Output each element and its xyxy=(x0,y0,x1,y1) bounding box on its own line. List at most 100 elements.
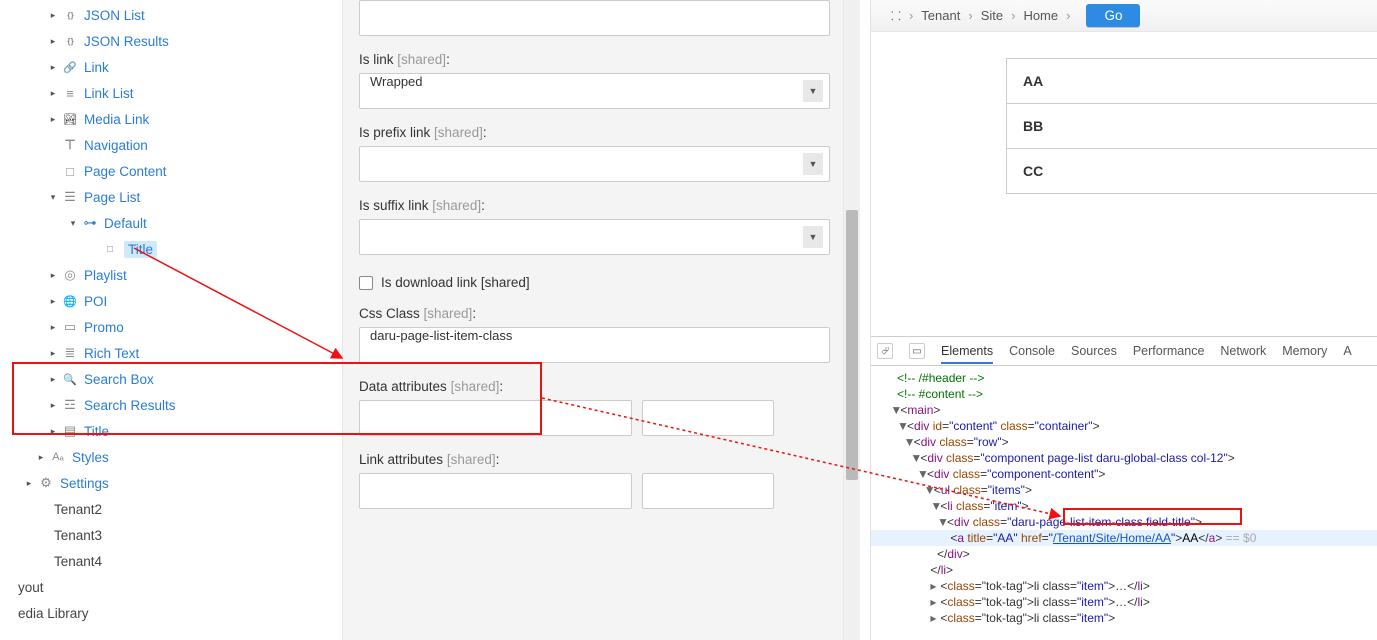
dom-line[interactable]: ▸<class="tok-tag">li class="item"> xyxy=(871,610,1377,626)
is-link-select[interactable]: Wrapped ▼ xyxy=(359,73,830,109)
scrollbar-thumb[interactable] xyxy=(846,210,858,480)
tree-item-default[interactable]: Default xyxy=(0,210,342,236)
dom-line[interactable]: </div> xyxy=(871,546,1377,562)
promo-icon xyxy=(62,319,78,335)
dom-tree[interactable]: <!-- /#header --> <!-- #content --> ▼<ma… xyxy=(871,366,1377,640)
caret-right-icon[interactable] xyxy=(48,36,58,46)
tree-item-styles[interactable]: Styles xyxy=(0,444,342,470)
dom-line[interactable]: ▼<div class="row"> xyxy=(871,434,1377,450)
caret-right-icon[interactable] xyxy=(48,322,58,332)
tree-item-edia-library[interactable]: edia Library xyxy=(0,600,342,626)
tree-item-yout[interactable]: yout xyxy=(0,574,342,600)
dom-line[interactable]: ▼<main> xyxy=(871,402,1377,418)
link-attr-name-input[interactable] xyxy=(359,473,632,509)
list-item[interactable]: BB xyxy=(1007,104,1377,149)
tab-network[interactable]: Network xyxy=(1220,338,1266,364)
caret-right-icon[interactable] xyxy=(48,88,58,98)
dom-line[interactable]: <!-- /#header --> xyxy=(871,370,1377,386)
caret-right-icon[interactable] xyxy=(48,114,58,124)
device-toggle-icon[interactable]: ▭ xyxy=(909,343,925,359)
preview-list: AA BB CC xyxy=(1006,58,1377,194)
tab-console[interactable]: Console xyxy=(1009,338,1055,364)
tree-item-link[interactable]: Link xyxy=(0,54,342,80)
is-download-link-checkbox[interactable] xyxy=(359,276,373,290)
list-item[interactable]: AA xyxy=(1007,59,1377,104)
tree-item-tenant2[interactable]: Tenant2 xyxy=(0,496,342,522)
tree-item-page-list[interactable]: Page List xyxy=(0,184,342,210)
tree-item-playlist[interactable]: Playlist xyxy=(0,262,342,288)
caret-right-icon[interactable] xyxy=(48,62,58,72)
list-item[interactable]: CC xyxy=(1007,149,1377,193)
rich-icon xyxy=(62,345,78,361)
dom-line[interactable]: <a title="AA" href="/Tenant/Site/Home/AA… xyxy=(871,530,1377,546)
tree-item-title[interactable]: Title xyxy=(0,418,342,444)
tree-item-json-results[interactable]: JSON Results xyxy=(0,28,342,54)
dom-line[interactable]: ▸<class="tok-tag">li class="item">…</li> xyxy=(871,594,1377,610)
content-tree-panel: JSON ListJSON Results Link Link ListMedia … xyxy=(0,0,343,640)
crumb-tenant[interactable]: Tenant xyxy=(921,8,960,23)
caret-right-icon[interactable] xyxy=(48,426,58,436)
tree-item-label: Promo xyxy=(84,320,124,335)
caret-right-icon[interactable] xyxy=(48,10,58,20)
caret-down-icon[interactable] xyxy=(68,218,78,228)
link-attr-value-input[interactable] xyxy=(642,473,774,509)
form-scrollbar[interactable] xyxy=(843,0,860,640)
tab-elements[interactable]: Elements xyxy=(941,338,993,364)
caret-right-icon[interactable] xyxy=(36,452,46,462)
tree-item-json-list[interactable]: JSON List xyxy=(0,2,342,28)
dom-line[interactable]: ▼<div class="component-content"> xyxy=(871,466,1377,482)
tree-item-rich-text[interactable]: Rich Text xyxy=(0,340,342,366)
css-class-input[interactable]: daru-page-list-item-class xyxy=(359,327,830,363)
tree-item-tenant4[interactable]: Tenant4 xyxy=(0,548,342,574)
chevron-down-icon: ▼ xyxy=(803,153,823,175)
data-attr-value-input[interactable] xyxy=(642,400,774,436)
dom-line[interactable]: ▼<div id="content" class="container"> xyxy=(871,418,1377,434)
caret-right-icon[interactable] xyxy=(48,374,58,384)
tree-item-poi[interactable]: POI xyxy=(0,288,342,314)
tree-item-settings[interactable]: Settings xyxy=(0,470,342,496)
playlist-icon xyxy=(62,267,78,283)
dom-line[interactable]: ▼<ul class="items"> xyxy=(871,482,1377,498)
properties-form-panel: Is link [shared]: Wrapped ▼ Is prefix li… xyxy=(343,0,860,640)
go-button[interactable]: Go xyxy=(1086,4,1140,27)
tree-item-search-box[interactable]: Search Box xyxy=(0,366,342,392)
dom-line[interactable]: ▸<class="tok-tag">li class="item">…</li> xyxy=(871,578,1377,594)
data-attr-name-input[interactable] xyxy=(359,400,632,436)
inspect-icon[interactable]: ⮰ xyxy=(877,343,893,359)
tab-performance[interactable]: Performance xyxy=(1133,338,1205,364)
tree-item-tenant3[interactable]: Tenant3 xyxy=(0,522,342,548)
dom-line[interactable]: ▼<div class="component page-list daru-gl… xyxy=(871,450,1377,466)
dom-line[interactable]: ▼<div class="daru-page-list-item-class f… xyxy=(871,514,1377,530)
tree-item-link-list[interactable]: Link List xyxy=(0,80,342,106)
tree-item-promo[interactable]: Promo xyxy=(0,314,342,340)
caret-down-icon[interactable] xyxy=(48,192,58,202)
caret-right-icon[interactable] xyxy=(24,478,34,488)
tree-item-title[interactable]: Title xyxy=(0,236,342,262)
crumb-site[interactable]: Site xyxy=(981,8,1003,23)
tab-more[interactable]: A xyxy=(1343,338,1351,364)
dom-line[interactable]: </li> xyxy=(871,562,1377,578)
dom-line[interactable]: ▼<li class="item"> xyxy=(871,498,1377,514)
sitemap-icon[interactable]: ⸬ xyxy=(891,7,901,24)
titlemod-icon xyxy=(62,423,78,439)
tab-sources[interactable]: Sources xyxy=(1071,338,1117,364)
tree-item-media-link[interactable]: Media Link xyxy=(0,106,342,132)
tab-memory[interactable]: Memory xyxy=(1282,338,1327,364)
caret-right-icon[interactable] xyxy=(48,400,58,410)
caret-right-icon[interactable] xyxy=(48,296,58,306)
tree-item-navigation[interactable]: Navigation xyxy=(0,132,342,158)
tree-item-label: yout xyxy=(18,580,44,595)
content-tree: JSON ListJSON Results Link Link ListMedia … xyxy=(0,0,342,626)
first-text-input[interactable] xyxy=(359,0,830,36)
caret-right-icon[interactable] xyxy=(48,270,58,280)
is-prefix-link-select[interactable]: ▼ xyxy=(359,146,830,182)
crumb-home[interactable]: Home xyxy=(1023,8,1058,23)
tree-item-page-content[interactable]: Page Content xyxy=(0,158,342,184)
is-suffix-link-select[interactable]: ▼ xyxy=(359,219,830,255)
tree-item-search-results[interactable]: Search Results xyxy=(0,392,342,418)
dom-line[interactable]: <!-- #content --> xyxy=(871,386,1377,402)
caret-right-icon[interactable] xyxy=(48,348,58,358)
tree-item-label: Link xyxy=(84,60,109,75)
caret-none-icon xyxy=(88,244,98,254)
list-icon xyxy=(62,85,78,101)
